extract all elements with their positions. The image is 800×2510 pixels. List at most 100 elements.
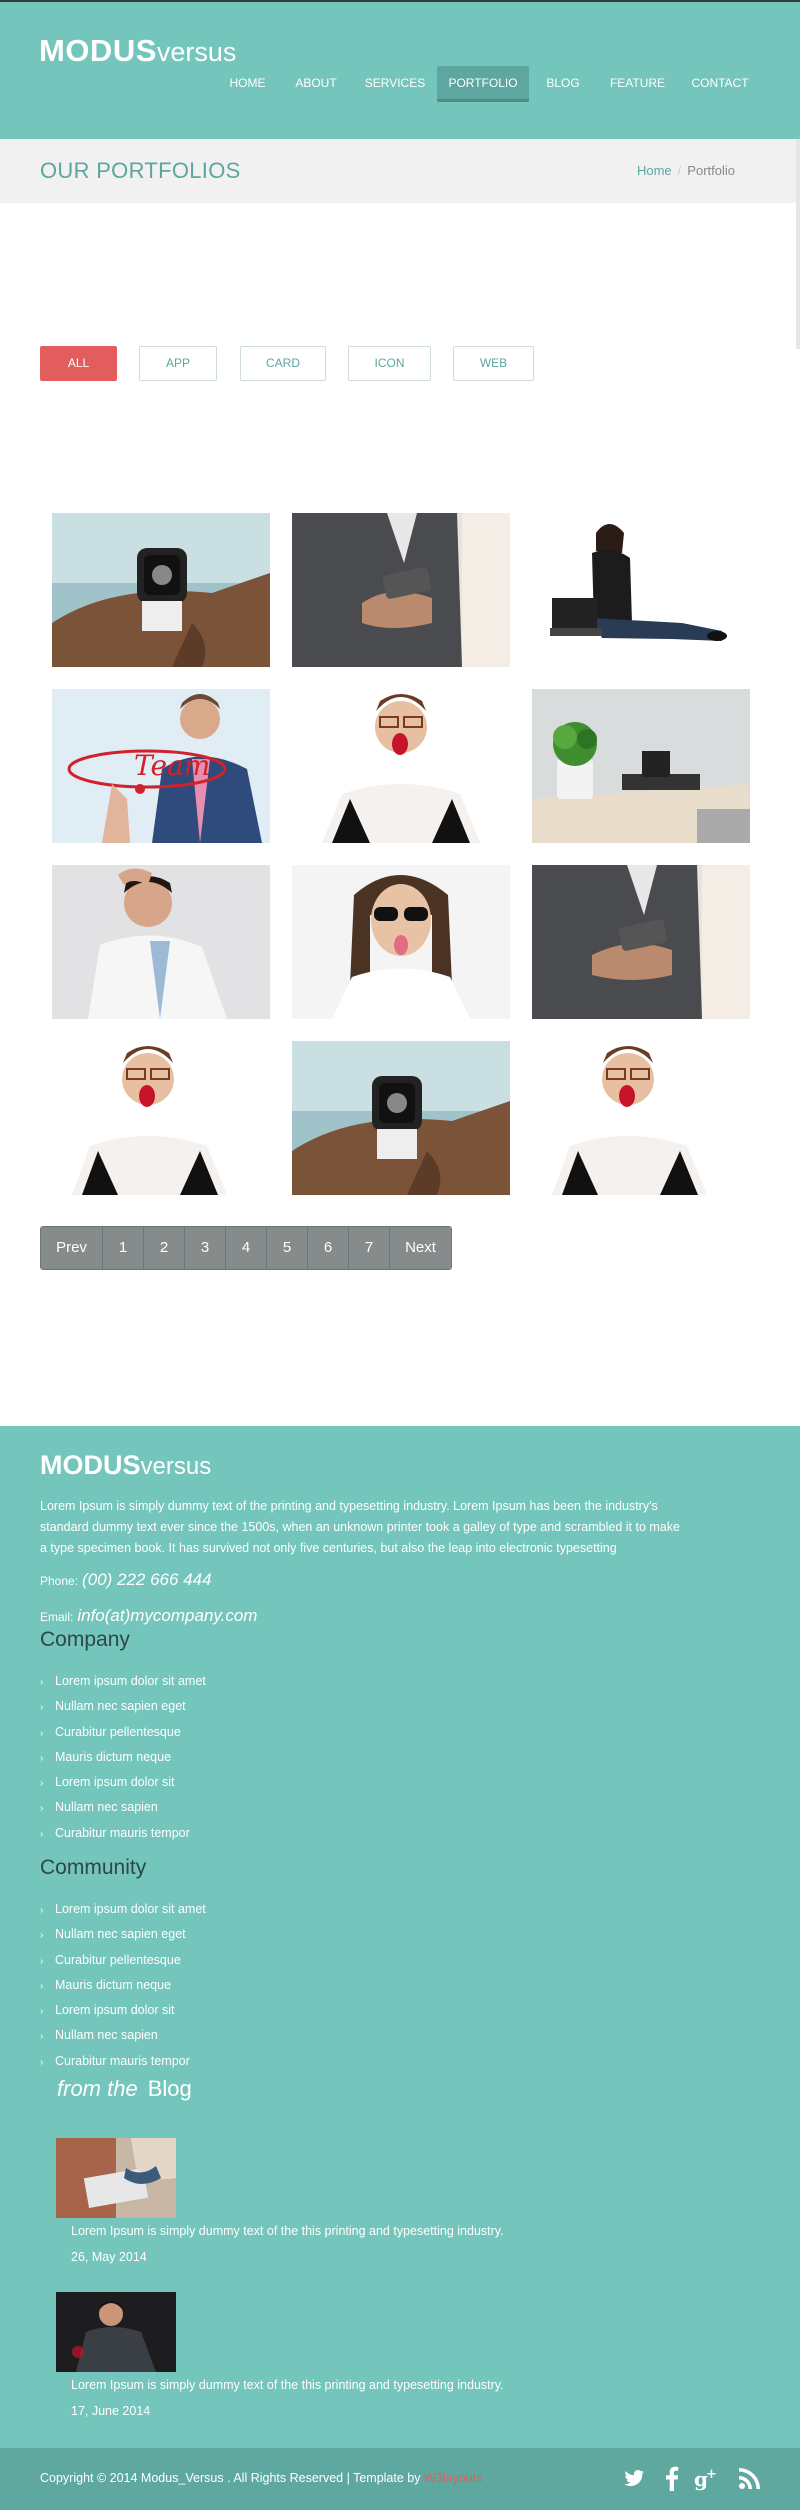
breadcrumb-separator: / — [677, 163, 682, 178]
community-link[interactable]: › Curabitur pellentesque — [40, 1948, 206, 1973]
page-edge-shadow — [796, 139, 800, 349]
pagination: Prev 1 2 3 4 5 6 7 Next — [40, 1226, 452, 1270]
pagination-page[interactable]: 2 — [144, 1227, 185, 1269]
nav-item-about[interactable]: ABOUT — [290, 66, 342, 102]
portfolio-item-desk[interactable] — [532, 689, 750, 843]
company-link[interactable]: › Lorem ipsum dolor sit — [40, 1770, 206, 1795]
chevron-right-icon: › — [40, 1727, 44, 1739]
rss-icon[interactable] — [736, 2464, 764, 2492]
chevron-right-icon: › — [40, 2031, 44, 2043]
svg-text:Team: Team — [134, 749, 210, 782]
community-link[interactable]: › Curabitur mauris tempor — [40, 2049, 206, 2074]
chevron-right-icon: › — [40, 1980, 44, 1992]
portfolio-item-watch[interactable] — [52, 513, 270, 667]
filter-all[interactable]: ALL — [40, 346, 117, 381]
template-credit-link[interactable]: W3layouts — [424, 2471, 482, 2485]
company-links: › Lorem ipsum dolor sit amet › Nullam nec … — [40, 1669, 206, 1846]
chevron-right-icon: › — [40, 1930, 44, 1942]
chevron-right-icon: › — [40, 1828, 44, 1840]
pagination-page[interactable]: 7 — [349, 1227, 390, 1269]
chevron-right-icon: › — [40, 1752, 44, 1764]
phone-label: Phone: — [40, 1574, 79, 1588]
community-link[interactable]: › Mauris dictum neque — [40, 1973, 206, 1998]
footer-logo[interactable]: MODUSversus — [40, 1450, 211, 1481]
copyright-text: Copyright © 2014 Modus_Versus . All Righ… — [40, 2471, 483, 2485]
portfolio-item-yawn[interactable] — [292, 689, 510, 843]
chevron-right-icon: › — [40, 1905, 44, 1916]
pagination-page[interactable]: 1 — [103, 1227, 144, 1269]
blog-post-excerpt[interactable]: Lorem Ipsum is simply dummy text of the … — [71, 2378, 504, 2392]
filter-card[interactable]: CARD — [240, 346, 326, 381]
community-heading: Community — [40, 1856, 147, 1879]
portfolio-item-yawn-3[interactable] — [532, 1041, 750, 1195]
footer-about-text: Lorem Ipsum is simply dummy text of the … — [40, 1499, 680, 1555]
pagination-page[interactable]: 5 — [267, 1227, 308, 1269]
nav-item-home[interactable]: HOME — [220, 66, 275, 102]
portfolio-item-watch-2[interactable] — [292, 1041, 510, 1195]
site-footer: MODUSversus Lorem Ipsum is simply dummy … — [0, 1426, 800, 2448]
portfolio-item-yawn-2[interactable] — [52, 1041, 270, 1195]
pagination-page[interactable]: 3 — [185, 1227, 226, 1269]
nav-item-blog[interactable]: BLOG — [538, 66, 588, 102]
filter-icon[interactable]: ICON — [348, 346, 431, 381]
pagination-prev[interactable]: Prev — [41, 1227, 103, 1269]
nav-item-feature[interactable]: FEATURE — [605, 66, 670, 102]
blog-post-date: 17, June 2014 — [71, 2404, 151, 2418]
blog-post-image[interactable] — [56, 2138, 176, 2218]
breadcrumb: Home / Portfolio — [637, 163, 735, 178]
email-label: Email: — [40, 1610, 74, 1624]
filter-web[interactable]: WEB — [453, 346, 534, 381]
company-link[interactable]: › Nullam nec sapien — [40, 1795, 206, 1820]
community-links: › Lorem ipsum dolor sit amet › Nullam nec … — [40, 1897, 206, 2074]
blog-post-excerpt[interactable]: Lorem Ipsum is simply dummy text of the … — [71, 2224, 504, 2238]
nav-item-portfolio[interactable]: PORTFOLIO — [437, 66, 529, 102]
facebook-icon[interactable] — [658, 2464, 686, 2492]
main-nav: HOME ABOUT SERVICES PORTFOLIO BLOG FEATU… — [0, 66, 800, 102]
pagination-next[interactable]: Next — [390, 1227, 451, 1269]
chevron-right-icon: › — [40, 1677, 44, 1688]
blog-post-date: 26, May 2014 — [71, 2250, 147, 2264]
site-header: MODUSversus HOME ABOUT SERVICES PORTFOLI… — [0, 0, 800, 139]
chevron-right-icon: › — [40, 1702, 44, 1714]
community-link[interactable]: › Lorem ipsum dolor sit — [40, 1998, 206, 2023]
email-address[interactable]: info(at)mycompany.com — [77, 1606, 257, 1625]
portfolio-item-phone-man[interactable] — [292, 513, 510, 667]
portfolio-item-team[interactable]: Team — [52, 689, 270, 843]
company-link[interactable]: › Lorem ipsum dolor sit amet — [40, 1669, 206, 1694]
blog-post-image[interactable] — [56, 2292, 176, 2372]
chevron-right-icon: › — [40, 1778, 44, 1790]
page-title-bar: OUR PORTFOLIOS Home / Portfolio — [0, 139, 800, 203]
pagination-page[interactable]: 6 — [308, 1227, 349, 1269]
twitter-icon[interactable] — [620, 2464, 648, 2492]
pagination-page[interactable]: 4 — [226, 1227, 267, 1269]
breadcrumb-current: Portfolio — [687, 163, 735, 178]
company-link[interactable]: › Mauris dictum neque — [40, 1745, 206, 1770]
svg-text:+: + — [706, 2467, 717, 2482]
google-plus-icon[interactable]: g + — [694, 2464, 722, 2492]
portfolio-item-sunglasses[interactable] — [292, 865, 510, 1019]
company-link[interactable]: › Nullam nec sapien eget — [40, 1694, 206, 1719]
community-link[interactable]: › Nullam nec sapien eget — [40, 1922, 206, 1947]
community-link[interactable]: › Lorem ipsum dolor sit amet — [40, 1897, 206, 1922]
company-link[interactable]: › Curabitur pellentesque — [40, 1720, 206, 1745]
portfolio-item-laptop-woman[interactable] — [532, 513, 750, 667]
portfolio-item-stressed-man[interactable] — [52, 865, 270, 1019]
chevron-right-icon: › — [40, 2056, 44, 2068]
footer-phone: Phone: (00) 222 666 444 — [40, 1570, 212, 1590]
phone-number[interactable]: (00) 222 666 444 — [82, 1570, 212, 1589]
community-link[interactable]: › Nullam nec sapien — [40, 2023, 206, 2048]
company-link[interactable]: › Curabitur mauris tempor — [40, 1821, 206, 1846]
chevron-right-icon: › — [40, 1803, 44, 1815]
chevron-right-icon: › — [40, 1955, 44, 1967]
blog-heading: from the Blog — [57, 2076, 192, 2101]
site-logo[interactable]: MODUSversus — [39, 34, 236, 69]
filter-app[interactable]: APP — [139, 346, 217, 381]
footer-email: Email: info(at)mycompany.com — [40, 1606, 257, 1626]
company-heading: Company — [40, 1628, 130, 1651]
copyright-bar: Copyright © 2014 Modus_Versus . All Righ… — [0, 2448, 800, 2510]
nav-item-contact[interactable]: CONTACT — [688, 66, 752, 102]
nav-item-services[interactable]: SERVICES — [362, 66, 428, 102]
portfolio-item-phone-man-2[interactable] — [532, 865, 750, 1019]
chevron-right-icon: › — [40, 2006, 44, 2018]
breadcrumb-home[interactable]: Home — [637, 163, 672, 178]
